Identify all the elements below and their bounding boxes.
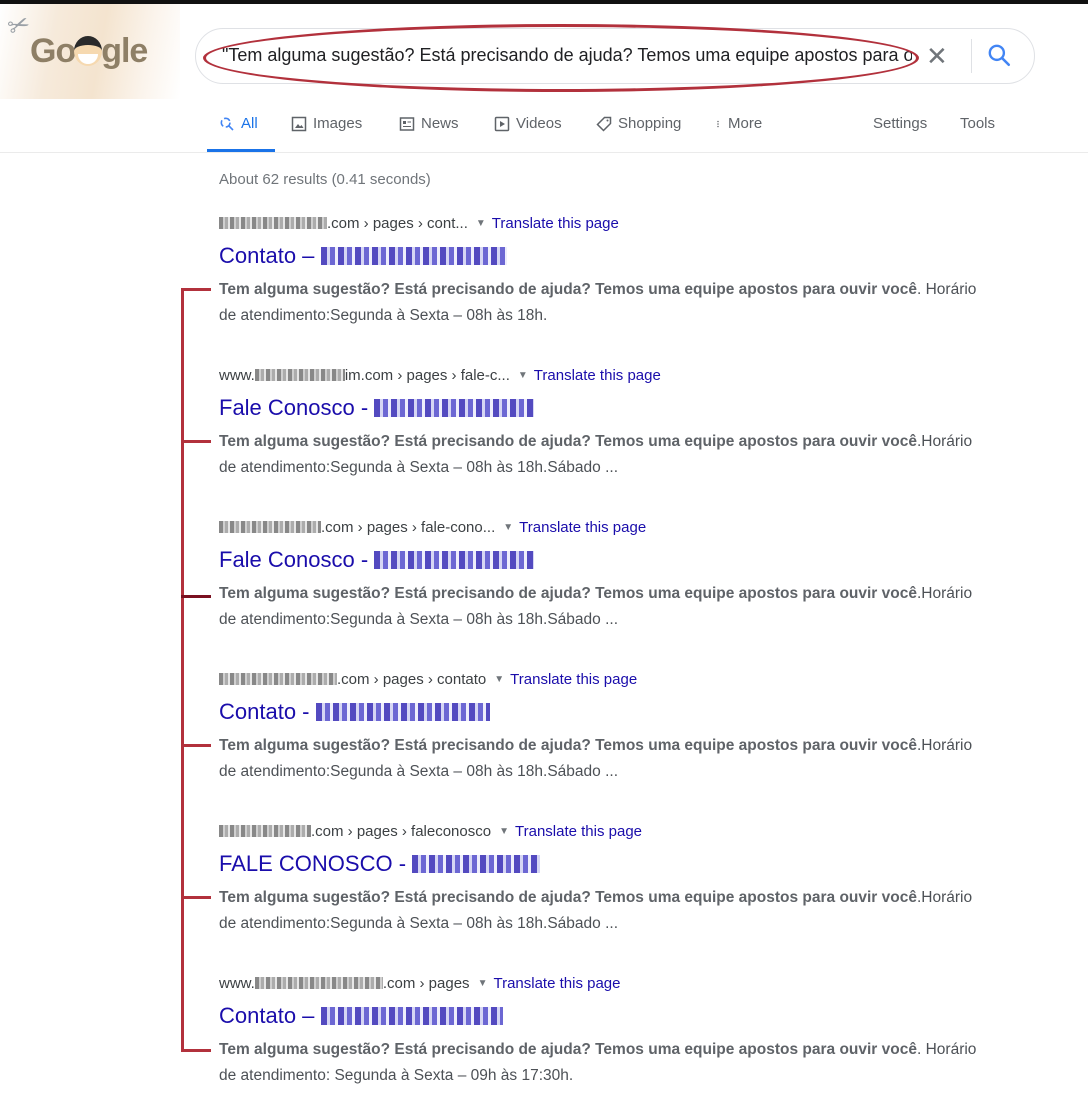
annotation-tick bbox=[181, 440, 211, 443]
tab-videos-label: Videos bbox=[516, 115, 562, 132]
close-icon[interactable]: ✕ bbox=[926, 41, 948, 72]
redacted-domain bbox=[219, 521, 321, 533]
redacted-domain bbox=[254, 369, 345, 381]
result-snippet: Tem alguma sugestão? Está precisando de … bbox=[219, 1041, 977, 1084]
caret-down-icon[interactable]: ▼ bbox=[503, 522, 513, 533]
tab-more-label: More bbox=[728, 115, 763, 132]
translate-link[interactable]: Translate this page bbox=[519, 519, 646, 536]
tab-images-label: Images bbox=[313, 115, 363, 132]
search-result: www. .com › pages ▼ Translate this page Con… bbox=[219, 975, 979, 1089]
magnifier-icon bbox=[988, 44, 1011, 67]
result-snippet: Tem alguma sugestão? Está precisando de … bbox=[219, 433, 973, 476]
tab-news[interactable]: News bbox=[399, 110, 459, 152]
tabs-divider bbox=[0, 152, 1088, 153]
annotation-tick bbox=[181, 288, 211, 291]
redacted-title bbox=[320, 1007, 503, 1025]
caret-down-icon[interactable]: ▼ bbox=[478, 978, 488, 989]
result-snippet: Tem alguma sugestão? Está precisando de … bbox=[219, 585, 973, 628]
annotation-bracket bbox=[181, 288, 184, 1052]
search-divider bbox=[971, 39, 972, 73]
caret-down-icon[interactable]: ▼ bbox=[499, 826, 509, 837]
search-input[interactable]: "Tem alguma sugestão? Está precisando de… bbox=[222, 45, 912, 66]
annotation-tick bbox=[181, 1049, 211, 1052]
result-title-link[interactable]: FALE CONOSCO - bbox=[219, 851, 979, 881]
tab-videos[interactable]: Videos bbox=[494, 110, 562, 152]
redacted-title bbox=[374, 399, 535, 417]
redacted-title bbox=[320, 247, 507, 265]
result-stats: About 62 results (0.41 seconds) bbox=[219, 171, 431, 188]
result-url[interactable]: .com › pages › faleconosco ▼ Translate thi… bbox=[219, 823, 979, 845]
redacted-domain bbox=[219, 217, 327, 229]
tab-tools[interactable]: Tools bbox=[960, 110, 995, 152]
google-doodle-logo[interactable]: Go gle bbox=[30, 32, 148, 71]
tab-all[interactable]: All bbox=[207, 110, 275, 152]
search-box[interactable]: "Tem alguma sugestão? Está precisando de… bbox=[195, 28, 1035, 84]
search-result: .com › pages › contato ▼ Translate this pa… bbox=[219, 671, 979, 785]
translate-link[interactable]: Translate this page bbox=[510, 671, 637, 688]
search-result: .com › pages › cont... ▼ Translate this pa… bbox=[219, 215, 979, 329]
play-icon bbox=[494, 116, 510, 132]
dots-vertical-icon bbox=[717, 120, 719, 128]
translate-link[interactable]: Translate this page bbox=[515, 823, 642, 840]
translate-link[interactable]: Translate this page bbox=[492, 215, 619, 232]
search-result: .com › pages › fale-cono... ▼ Translate th… bbox=[219, 519, 979, 633]
redacted-domain bbox=[219, 673, 337, 685]
image-icon bbox=[291, 116, 307, 132]
caret-down-icon[interactable]: ▼ bbox=[476, 218, 486, 229]
redacted-domain bbox=[254, 977, 383, 989]
caret-down-icon[interactable]: ▼ bbox=[518, 370, 528, 381]
annotation-tick bbox=[181, 595, 211, 598]
tab-shopping[interactable]: Shopping bbox=[596, 110, 681, 152]
redacted-title bbox=[374, 551, 535, 569]
tab-tools-label: Tools bbox=[960, 115, 996, 132]
search-result: .com › pages › faleconosco ▼ Translate thi… bbox=[219, 823, 979, 937]
search-icon bbox=[220, 117, 234, 131]
result-url[interactable]: .com › pages › cont... ▼ Translate this pa… bbox=[219, 215, 979, 237]
logo-text-end: gle bbox=[101, 32, 148, 70]
tab-settings[interactable]: Settings bbox=[873, 110, 927, 152]
result-url[interactable]: www. .com › pages ▼ Translate this page bbox=[219, 975, 979, 997]
annotation-tick bbox=[181, 896, 211, 899]
result-title-link[interactable]: Contato - bbox=[219, 699, 979, 729]
logo-text-start: Go bbox=[30, 32, 76, 70]
doodle-face-icon bbox=[74, 36, 103, 66]
search-result: www. im.com › pages › fale-c... ▼ Translate… bbox=[219, 367, 979, 481]
result-url[interactable]: www. im.com › pages › fale-c... ▼ Translate… bbox=[219, 367, 979, 389]
search-button[interactable] bbox=[986, 42, 1016, 72]
tab-news-label: News bbox=[421, 115, 459, 132]
redacted-title bbox=[412, 855, 541, 873]
result-title-link[interactable]: Contato – bbox=[219, 1003, 979, 1033]
redacted-title bbox=[315, 703, 490, 721]
tab-all-label: All bbox=[241, 115, 258, 132]
tab-more[interactable]: More bbox=[716, 110, 762, 152]
tab-shopping-label: Shopping bbox=[618, 115, 682, 132]
redacted-domain bbox=[219, 825, 311, 837]
result-title-link[interactable]: Contato – bbox=[219, 243, 979, 273]
result-snippet: Tem alguma sugestão? Está precisando de … bbox=[219, 737, 973, 780]
tag-icon bbox=[596, 116, 612, 132]
result-title-link[interactable]: Fale Conosco - bbox=[219, 547, 979, 577]
annotation-tick bbox=[181, 744, 211, 747]
tab-settings-label: Settings bbox=[873, 115, 928, 132]
translate-link[interactable]: Translate this page bbox=[493, 975, 620, 992]
search-tabs: All Images News Videos Shopping More Set… bbox=[207, 110, 1007, 152]
news-icon bbox=[399, 117, 415, 131]
caret-down-icon[interactable]: ▼ bbox=[494, 674, 504, 685]
result-url[interactable]: .com › pages › contato ▼ Translate this pa… bbox=[219, 671, 979, 693]
result-snippet: Tem alguma sugestão? Está precisando de … bbox=[219, 281, 977, 324]
translate-link[interactable]: Translate this page bbox=[534, 367, 661, 384]
result-title-link[interactable]: Fale Conosco - bbox=[219, 395, 979, 425]
result-url[interactable]: .com › pages › fale-cono... ▼ Translate th… bbox=[219, 519, 979, 541]
tab-images[interactable]: Images bbox=[291, 110, 362, 152]
result-snippet: Tem alguma sugestão? Está precisando de … bbox=[219, 889, 973, 932]
